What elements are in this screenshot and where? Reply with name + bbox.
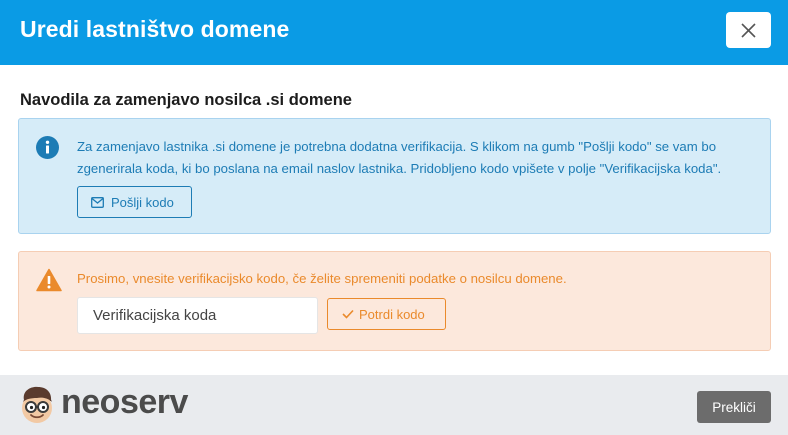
info-circle-icon xyxy=(36,136,59,159)
close-icon xyxy=(741,23,756,38)
info-alert: Za zamenjavo lastnika .si domene je potr… xyxy=(18,118,771,234)
cancel-button[interactable]: Prekliči xyxy=(697,391,771,423)
send-code-label: Pošlji kodo xyxy=(111,195,174,210)
envelope-icon xyxy=(91,197,104,208)
brand-name: neoserv xyxy=(61,383,188,421)
confirm-code-button[interactable]: Potrdi kodo xyxy=(327,298,446,330)
warning-alert: Prosimo, vnesite verifikacijsko kodo, če… xyxy=(18,251,771,351)
section-title: Navodila za zamenjavo nosilca .si domene xyxy=(20,91,352,109)
confirm-code-label: Potrdi kodo xyxy=(359,307,425,322)
verification-code-input[interactable] xyxy=(77,297,318,334)
edit-domain-ownership-modal: Uredi lastništvo domene Navodila za zame… xyxy=(0,0,788,435)
modal-header: Uredi lastništvo domene xyxy=(0,0,788,65)
close-button[interactable] xyxy=(726,12,771,48)
send-code-button[interactable]: Pošlji kodo xyxy=(77,186,192,218)
neoserv-mascot-logo-icon xyxy=(22,386,52,423)
modal-title: Uredi lastništvo domene xyxy=(20,16,290,42)
check-icon xyxy=(342,309,354,319)
warning-triangle-icon xyxy=(36,268,62,292)
warning-text: Prosimo, vnesite verifikacijsko kodo, če… xyxy=(77,271,567,286)
modal-footer: neoserv Prekliči xyxy=(0,375,788,435)
info-text: Za zamenjavo lastnika .si domene je potr… xyxy=(77,139,722,176)
